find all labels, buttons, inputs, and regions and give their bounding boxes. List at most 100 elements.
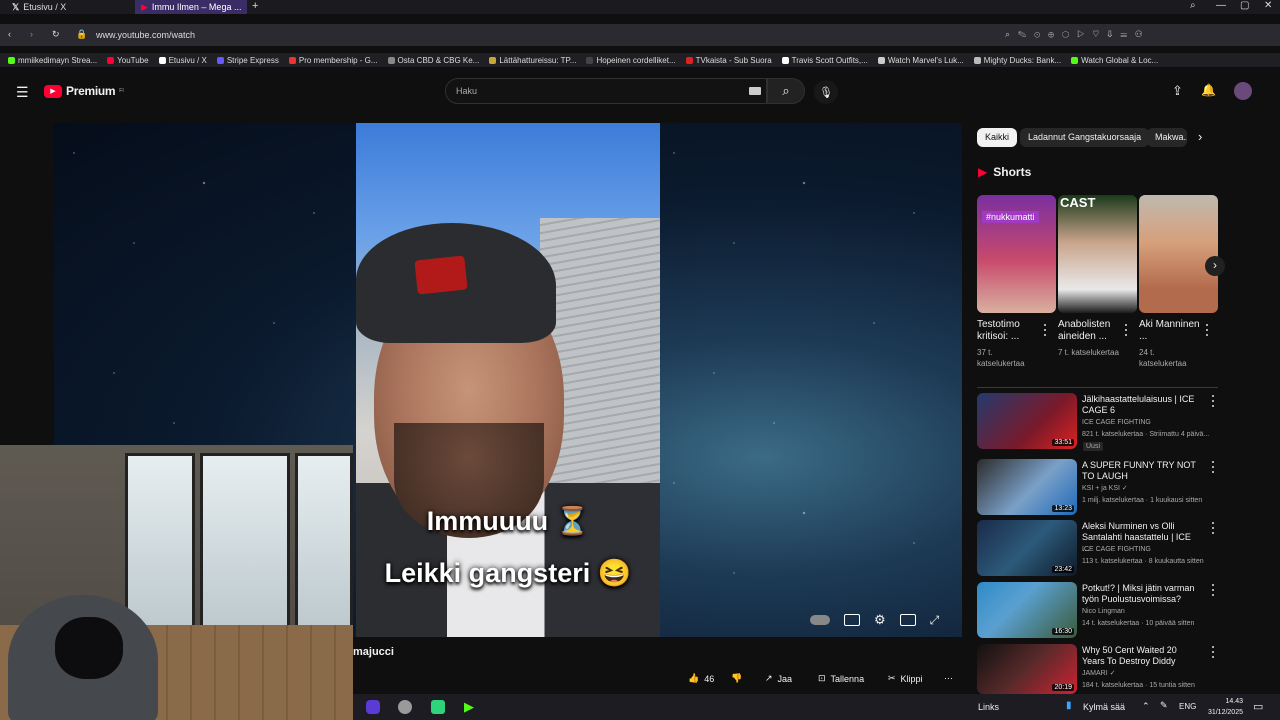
bookmark-item[interactable]: Stripe Express — [216, 56, 279, 65]
reload-icon[interactable]: ↻ — [52, 29, 60, 40]
weather-text[interactable]: Kylmä sää — [1083, 702, 1125, 712]
bookmark-item[interactable]: TVkaista - Sub Suora — [685, 56, 772, 65]
stream-taskbar-icon[interactable]: ▶ — [464, 699, 474, 715]
shorts-next-arrow-icon[interactable]: › — [1205, 256, 1225, 276]
tray-chevron-icon[interactable]: ⌃ — [1142, 701, 1150, 712]
video-frame: Immuuuu ⏳ Leikki gangsteri 😆 — [356, 123, 660, 637]
hamburger-menu-icon[interactable]: ☰ — [16, 84, 29, 101]
chip-all[interactable]: Kaikki — [977, 128, 1018, 147]
short-menu-icon[interactable] — [1124, 324, 1128, 336]
video-channel[interactable]: KSI + ja KSI ✓ — [1082, 484, 1222, 494]
bookmark-item[interactable]: Mighty Ducks: Bank... — [973, 56, 1061, 65]
bookmark-item[interactable]: YouTube — [107, 56, 149, 65]
video-thumbnail[interactable]: 23:42 — [977, 520, 1077, 576]
video-menu-icon[interactable] — [1211, 461, 1215, 473]
clip-button[interactable]: ✂ Klippi — [880, 668, 931, 689]
pin-icon — [288, 56, 296, 64]
bookmark-item[interactable]: Hopeinen cordelliket... — [586, 56, 676, 65]
short-menu-icon[interactable] — [1205, 324, 1209, 336]
short-thumbnail[interactable] — [1139, 195, 1218, 313]
forward-icon[interactable]: › — [30, 29, 33, 39]
tab-etusivu-x[interactable]: 𝕏 Etusivu / X — [6, 0, 131, 14]
chip-makwa[interactable]: Makwa... — [1147, 128, 1187, 147]
search-icon: ⌕ — [782, 83, 790, 98]
clock[interactable]: 14.43 31/12/2025 — [1205, 696, 1243, 718]
video-title[interactable]: Potkut!? | Miksi jätin varman työn Puolu… — [1082, 583, 1200, 605]
video-thumbnail[interactable]: 16:30 — [977, 582, 1077, 638]
tab-active-video[interactable]: ▶ Immu Ilmen – Mega ... — [135, 0, 247, 14]
back-icon[interactable]: ‹ — [8, 29, 11, 39]
search-tabs-icon[interactable]: ⌕ — [1190, 0, 1196, 11]
notifications-bell-icon[interactable]: 🔔 — [1201, 83, 1216, 97]
short-thumbnail[interactable]: CAST — [1058, 195, 1137, 313]
links-toolbar[interactable]: Links — [978, 702, 999, 712]
bookmark-item[interactable]: Osta CBD & CBG Ke... — [387, 56, 479, 65]
video-meta: 821 t. katselukertaa · Striimattu 4 päiv… — [1082, 431, 1210, 438]
bookmark-item[interactable]: Travis Scott Outfits,... — [781, 56, 868, 65]
more-actions-button[interactable]: ⋯ — [938, 668, 959, 689]
dislike-button[interactable]: 👎 — [723, 668, 751, 689]
maximize-button[interactable]: ▢ — [1240, 0, 1249, 11]
video-channel[interactable]: ICE CAGE FIGHTING — [1082, 418, 1222, 428]
short-info[interactable]: Aki Manninen ... 24 t. katselukertaa — [1139, 319, 1201, 369]
hat-icon — [489, 56, 497, 64]
bookmark-item[interactable]: mmiikedimayn Strea... — [8, 56, 97, 65]
video-menu-icon[interactable] — [1211, 395, 1215, 407]
chips-next-arrow-icon[interactable]: › — [1198, 129, 1202, 144]
notification-center-icon[interactable]: ▭ — [1253, 700, 1263, 713]
short-menu-icon[interactable] — [1043, 324, 1047, 336]
bookmark-item[interactable]: Lättähattureissu: TP... — [489, 56, 576, 65]
upload-icon[interactable]: ⇪ — [1172, 83, 1183, 99]
browser-toolbar-icons[interactable]: ⌕✎⊙⊕⬡▷♡⇩☰⚇ — [1005, 29, 1150, 40]
youtube-logo[interactable]: ▶ Premium FI — [44, 84, 124, 98]
video-title[interactable]: Why 50 Cent Waited 20 Years To Destroy D… — [1082, 645, 1200, 667]
opera-gx-taskbar-icon[interactable] — [366, 700, 380, 714]
video-menu-icon[interactable] — [1211, 584, 1215, 596]
short-tag: CAST — [1060, 195, 1096, 210]
subtitles-icon[interactable] — [844, 614, 860, 626]
video-thumbnail[interactable]: 13:23 — [977, 459, 1077, 515]
short-thumbnail[interactable]: #nukkumatti — [977, 195, 1056, 313]
pen-icon[interactable]: ✎ — [1160, 700, 1168, 711]
video-title[interactable]: A SUPER FUNNY TRY NOT TO LAUGH — [1082, 460, 1200, 482]
short-info[interactable]: Testotimo kritisoi: ... 37 t. katseluker… — [977, 319, 1037, 369]
autoplay-toggle[interactable] — [810, 615, 830, 625]
bookmark-item[interactable]: Watch Global & Loc... — [1071, 56, 1158, 65]
video-channel[interactable]: JAMARI ✓ — [1082, 669, 1222, 679]
like-button[interactable]: 👍 46 — [680, 668, 723, 689]
short-info[interactable]: Anabolisten aineiden ... 7 t. katseluker… — [1058, 319, 1120, 358]
miniplayer-icon[interactable] — [899, 614, 916, 626]
kick-taskbar-icon[interactable] — [431, 700, 445, 714]
new-tab-button[interactable]: + — [252, 0, 258, 12]
url-field[interactable]: www.youtube.com/watch — [96, 30, 195, 40]
scissors-icon: ✂ — [888, 673, 896, 683]
search-input[interactable]: Haku — [445, 78, 767, 104]
save-button[interactable]: ⊡ Tallenna — [810, 668, 873, 689]
close-window-button[interactable]: ✕ — [1264, 0, 1272, 11]
bookmark-item[interactable]: Watch Marvel's Luk... — [877, 56, 964, 65]
video-menu-icon[interactable] — [1211, 646, 1215, 658]
settings-gear-icon[interactable]: ⚙ — [874, 612, 886, 628]
video-thumbnail[interactable]: 20:19 — [977, 644, 1077, 694]
video-thumbnail[interactable]: 33:51 — [977, 393, 1077, 449]
share-button[interactable]: ↗ Jaa — [757, 668, 801, 689]
kick-icon — [8, 56, 15, 64]
video-menu-icon[interactable] — [1211, 522, 1215, 534]
bookmark-item[interactable]: Etusivu / X — [158, 56, 207, 65]
fullscreen-icon[interactable]: ⤢ — [930, 613, 940, 628]
video-channel[interactable]: Nico Lingman — [1082, 607, 1222, 617]
minimize-button[interactable]: — — [1216, 0, 1226, 11]
video-title[interactable]: Jälkihaastattelulaisuus | ICE CAGE 6 — [1082, 394, 1200, 416]
app-taskbar-icon[interactable] — [398, 700, 412, 714]
avatar[interactable] — [1234, 82, 1252, 100]
channel-name[interactable]: majucci — [353, 646, 394, 658]
chip-downloaded[interactable]: Ladannut Gangstakuorsaaja — [1020, 128, 1150, 147]
video-meta: 184 t. katselukertaa · 15 tuntia sitten — [1082, 682, 1195, 689]
video-channel[interactable]: ICE CAGE FIGHTING — [1082, 545, 1222, 555]
search-button[interactable]: ⌕ — [767, 78, 805, 104]
voice-search-button[interactable]: 🎙 — [814, 80, 838, 104]
keyboard-icon[interactable] — [749, 87, 761, 95]
language-indicator[interactable]: ENG — [1179, 702, 1196, 711]
browser-tab-strip: 𝕏 Etusivu / X ▶ Immu Ilmen – Mega ... + … — [0, 0, 1280, 14]
bookmark-item[interactable]: Pro membership - G... — [288, 56, 378, 65]
